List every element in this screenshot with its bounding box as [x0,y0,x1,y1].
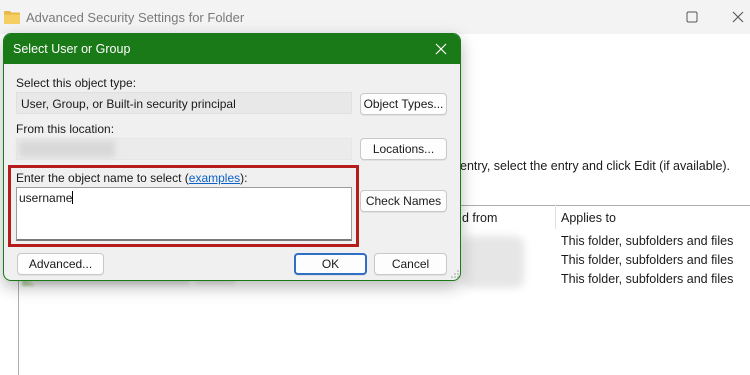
dialog-close-icon[interactable] [434,42,448,56]
close-icon[interactable] [730,9,746,25]
object-name-input[interactable]: username [16,187,352,241]
locations-button[interactable]: Locations... [360,138,447,160]
text-caret [72,191,74,204]
object-types-button[interactable]: Object Types... [360,93,447,115]
object-name-label: Enter the object name to select (example… [16,171,247,185]
location-label: From this location: [16,122,115,136]
table-row-applies-to[interactable]: This folder, subfolders and files [561,253,733,267]
maximize-icon[interactable] [684,9,700,25]
dialog-titlebar[interactable]: Select User or Group [4,34,460,64]
object-name-label-text: Enter the object name to select ( [16,171,189,185]
table-row-applies-to[interactable]: This folder, subfolders and files [561,272,733,286]
location-field [16,138,352,160]
ok-button[interactable]: OK [294,253,367,275]
select-user-or-group-dialog: Select User or Group Select this object … [3,33,461,281]
column-header-inherited-from[interactable]: d from [462,211,497,225]
window-title: Advanced Security Settings for Folder [26,10,245,25]
table-row-applies-to[interactable]: This folder, subfolders and files [561,234,733,248]
cancel-button[interactable]: Cancel [374,253,447,275]
check-names-button[interactable]: Check Names [360,190,447,212]
object-type-label: Select this object type: [16,76,137,90]
resize-grip-icon[interactable] [451,270,459,278]
redacted-location [19,141,115,157]
folder-icon [4,11,20,24]
window-titlebar: Advanced Security Settings for Folder [0,0,750,34]
object-name-label-suffix: ): [240,171,248,185]
dialog-title: Select User or Group [13,42,131,56]
advanced-button[interactable]: Advanced... [17,253,104,275]
examples-link[interactable]: examples [189,171,240,185]
redacted-area [462,236,524,288]
object-name-value: username [19,191,73,205]
object-type-field: User, Group, or Built-in security princi… [16,92,352,114]
column-separator[interactable] [555,205,556,229]
column-header-applies-to[interactable]: Applies to [561,211,616,225]
info-text: entry, select the entry and click Edit (… [460,159,731,173]
